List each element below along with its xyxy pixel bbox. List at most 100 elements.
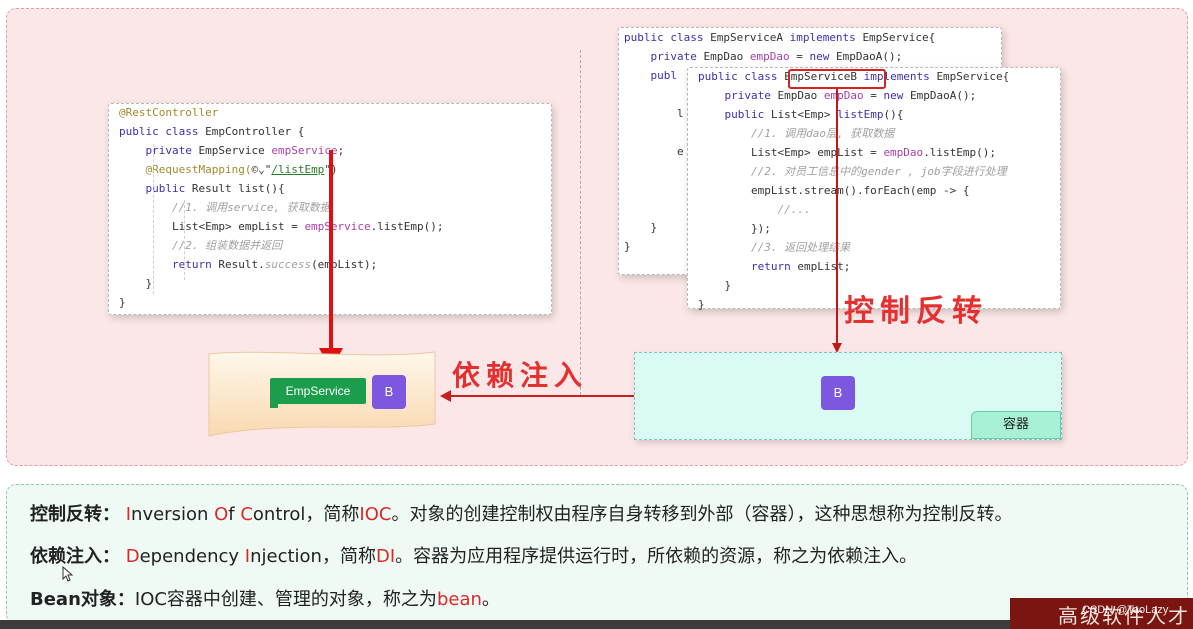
definition-term: 控制反转： bbox=[30, 504, 120, 525]
code-token: (){ bbox=[883, 108, 904, 121]
code-line: //... bbox=[698, 201, 811, 219]
code-token: Result list(){ bbox=[191, 182, 285, 195]
code-token: empDao bbox=[883, 146, 924, 159]
emp-service-tag-notch bbox=[270, 400, 278, 408]
definition-text: f bbox=[228, 504, 241, 525]
code-token: @RestController bbox=[119, 106, 219, 119]
code-token: return bbox=[698, 260, 798, 273]
code-token: empDao bbox=[823, 89, 864, 102]
code-line: public class EmpController { bbox=[119, 123, 304, 141]
code-token: new bbox=[809, 50, 836, 63]
injection-arrow-shaft bbox=[329, 150, 333, 350]
code-token: .listEmp(); bbox=[370, 220, 444, 233]
definition-text: njection，简称 bbox=[250, 546, 376, 567]
code-token: //2. 对员工信息中的gender , job字段进行处理 bbox=[698, 165, 1007, 178]
ioc-arrow-shaft bbox=[836, 89, 838, 343]
code-token: //3. 返回处理结果 bbox=[698, 241, 851, 254]
code-token: EmpDao bbox=[703, 50, 750, 63]
code-line: } bbox=[624, 238, 631, 256]
code-token: listEmp bbox=[837, 108, 884, 121]
definition-term: 依赖注入： bbox=[30, 546, 120, 567]
code-token: EmpController { bbox=[205, 125, 305, 138]
code-line: e bbox=[624, 143, 684, 161]
code-line: } bbox=[624, 219, 657, 237]
ioc-handwritten-label: 控制反转 bbox=[844, 294, 988, 329]
code-token: l bbox=[624, 107, 684, 120]
code-token: e bbox=[624, 145, 684, 158]
definition-text: 。 bbox=[481, 589, 500, 610]
code-line: }); bbox=[698, 220, 771, 238]
code-token: public class bbox=[119, 125, 206, 138]
code-token: List<Emp> bbox=[770, 108, 838, 121]
code-token: } bbox=[624, 240, 631, 253]
code-token: EmpService{ bbox=[862, 31, 936, 44]
code-token: public bbox=[698, 108, 771, 121]
indent-guide bbox=[153, 144, 154, 294]
code-token: } bbox=[624, 221, 658, 234]
code-line: public List<Emp> listEmp(){ bbox=[698, 106, 903, 124]
code-line: } bbox=[119, 275, 152, 293]
code-token: .listEmp(); bbox=[923, 146, 997, 159]
csdn-watermark: CSDN @TaoLazy bbox=[1082, 604, 1169, 616]
code-token: private bbox=[698, 89, 778, 102]
definition-text: O bbox=[214, 504, 229, 525]
code-line: public class EmpServiceA implements EmpS… bbox=[624, 29, 935, 47]
definition-text: DI bbox=[375, 546, 396, 567]
code-token: empService bbox=[304, 220, 371, 233]
code-line: public Result list(){ bbox=[119, 180, 285, 198]
code-token: EmpService bbox=[198, 144, 272, 157]
code-token: EmpDaoA(); bbox=[909, 89, 977, 102]
di-arrow-head bbox=[440, 390, 451, 402]
code-token: //1. 调用dao层, 获取数据 bbox=[698, 127, 895, 140]
code-token: EmpService{ bbox=[936, 70, 1010, 83]
definition-text: 。对象的创建控制权由程序自身转移到外部（容器），这种思想称为控制反转。 bbox=[391, 504, 1013, 525]
definition-di: 依赖注入： Dependency Injection，简称DI。容器为应用程序提… bbox=[30, 542, 917, 568]
code-token: }); bbox=[698, 222, 771, 235]
indent-guide bbox=[184, 200, 185, 280]
code-line: //1. 调用dao层, 获取数据 bbox=[698, 125, 894, 143]
code-token: empService bbox=[271, 144, 338, 157]
code-token: } bbox=[698, 279, 732, 292]
definition-text: IOC bbox=[359, 504, 392, 525]
definition-ioc: 控制反转： Inversion Of Control，简称IOC。对象的创建控制… bbox=[30, 500, 1012, 526]
definition-term: Bean对象： bbox=[30, 589, 135, 610]
code-token: } bbox=[119, 277, 153, 290]
code-token: = bbox=[789, 50, 810, 63]
code-line: } bbox=[119, 294, 126, 312]
code-token: @RequestMapping( bbox=[119, 163, 252, 176]
code-token: return bbox=[119, 258, 219, 271]
code-line: //2. 组装数据并返回 bbox=[119, 237, 282, 255]
code-line: List<Emp> empList = empService.listEmp()… bbox=[119, 218, 444, 236]
code-token: public class bbox=[624, 31, 711, 44]
code-token: empList.stream().forEach(emp -> { bbox=[698, 184, 970, 197]
definition-text: ependency bbox=[139, 546, 245, 567]
code-token: //... bbox=[698, 203, 811, 216]
mouse-cursor-icon bbox=[62, 566, 74, 582]
code-token: implements bbox=[789, 31, 863, 44]
code-token: /listEmp bbox=[271, 163, 325, 176]
service-b-code-box: public class EmpServiceB implements EmpS… bbox=[687, 67, 1061, 311]
definition-text: IOC容器中创建、管理的对象，称之为 bbox=[134, 589, 437, 610]
code-line: //2. 对员工信息中的gender , job字段进行处理 bbox=[698, 163, 1007, 181]
code-line: l bbox=[624, 105, 684, 123]
definition-text: C bbox=[240, 504, 253, 525]
code-token: = bbox=[863, 89, 884, 102]
code-token: success bbox=[264, 258, 312, 271]
code-line: List<Emp> empList = empDao.listEmp(); bbox=[698, 144, 996, 162]
emp-service-tag: EmpService bbox=[270, 378, 366, 404]
di-arrow-shaft bbox=[448, 395, 634, 397]
code-line: //3. 返回处理结果 bbox=[698, 239, 850, 257]
code-token: (empList); bbox=[311, 258, 378, 271]
code-token: EmpDao bbox=[777, 89, 824, 102]
container-label: 容器 bbox=[971, 411, 1061, 439]
code-line: } bbox=[698, 296, 705, 314]
code-line: private EmpDao empDao = new EmpDaoA(); bbox=[624, 48, 902, 66]
code-line: //1. 调用service, 获取数据 bbox=[119, 199, 331, 217]
definition-text: 。容器为应用程序提供运行时，所依赖的资源，称之为依赖注入。 bbox=[395, 546, 918, 567]
code-line: publ bbox=[624, 67, 677, 85]
code-token: //1. 调用service, 获取数据 bbox=[119, 201, 331, 214]
definition-text: D bbox=[125, 546, 140, 567]
code-token: } bbox=[698, 298, 705, 311]
highlight-box-emp-service-b bbox=[788, 69, 886, 89]
code-token: List<Emp> empList = bbox=[698, 146, 884, 159]
